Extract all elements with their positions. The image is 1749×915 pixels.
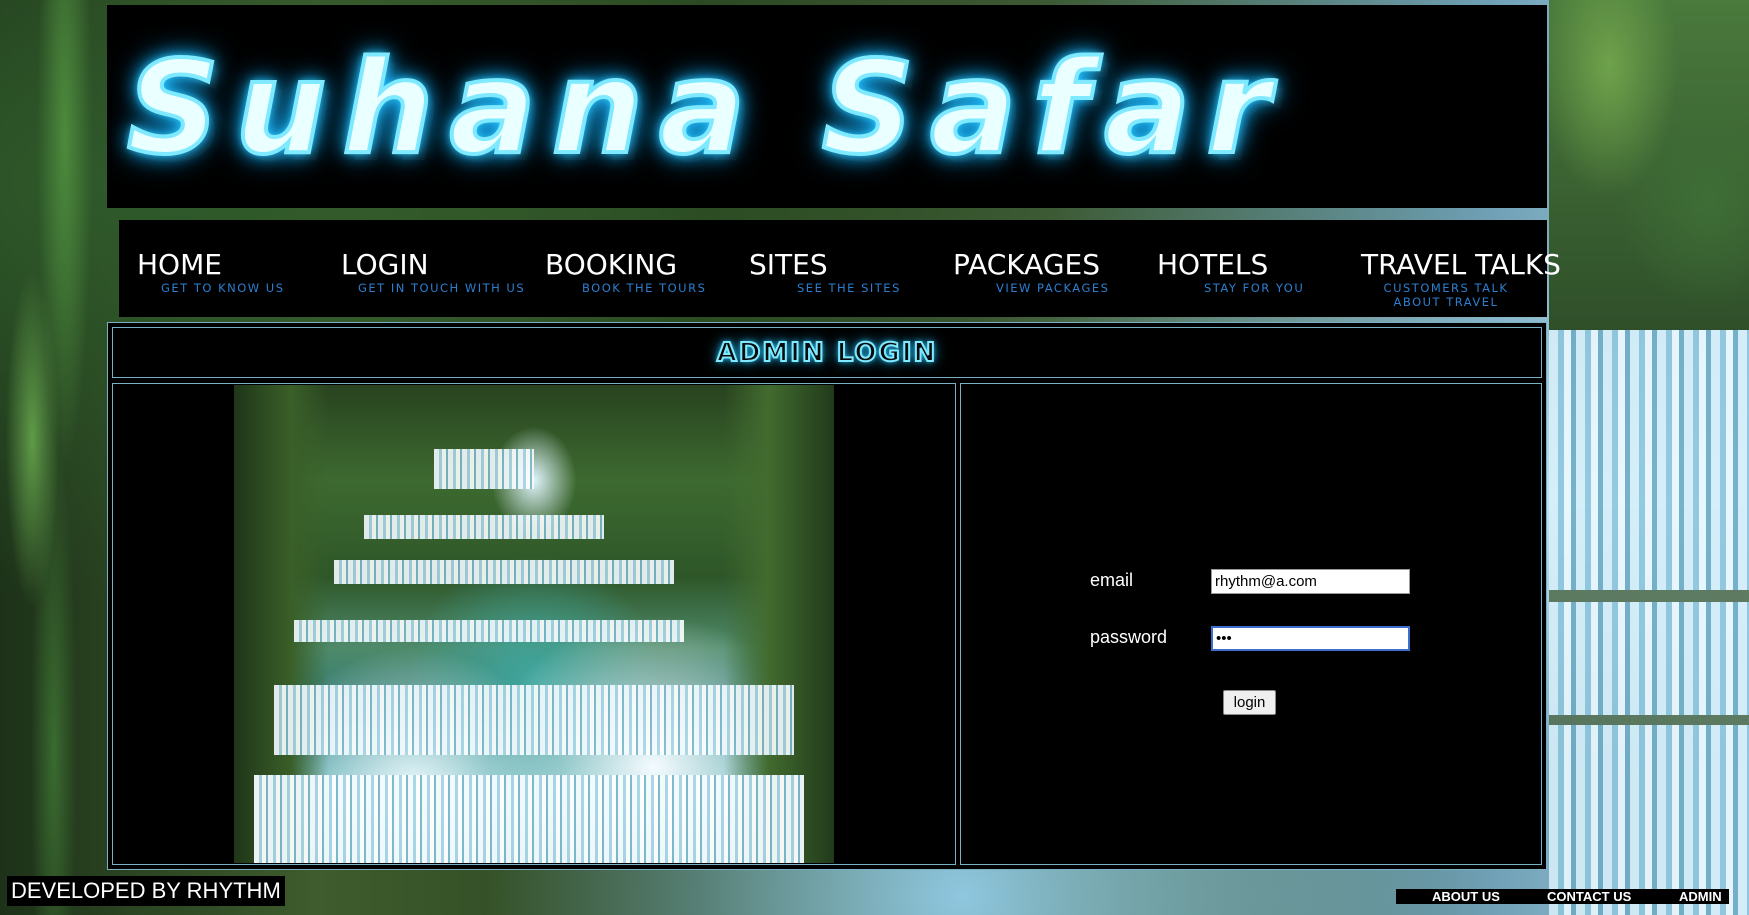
nav-item-booking[interactable]: BOOKING BOOK THE TOURS xyxy=(545,250,707,296)
nav-item-packages[interactable]: PACKAGES VIEW PACKAGES xyxy=(953,250,1110,296)
waterfall-photo xyxy=(234,385,834,863)
cascade-tier xyxy=(434,449,534,489)
password-field[interactable] xyxy=(1211,626,1410,651)
site-logo[interactable]: Suhana Safar xyxy=(125,29,1527,189)
footer-link-admin[interactable]: ADMIN xyxy=(1679,889,1722,904)
nav-label[interactable]: BOOKING xyxy=(545,250,706,280)
page-title: ADMIN LOGIN xyxy=(716,337,938,369)
background-foliage-left xyxy=(0,0,108,915)
nav-item-sites[interactable]: SITES SEE THE SITES xyxy=(749,250,901,296)
nav-item-hotels[interactable]: HOTELS STAY FOR YOU xyxy=(1157,250,1305,296)
developer-credit: DEVELOPED BY RHYTHM xyxy=(7,876,285,906)
nav-subtitle: BOOK THE TOURS xyxy=(582,281,707,295)
cascade-tier xyxy=(364,515,604,539)
nav-subtitle: CUSTOMERS TALK ABOUT TRAVEL xyxy=(1383,281,1509,309)
header-banner: Suhana Safar xyxy=(107,5,1547,208)
footer-links: ABOUT US CONTACT US ADMIN xyxy=(1396,889,1729,904)
nav-subtitle: VIEW PACKAGES xyxy=(996,281,1110,295)
email-field[interactable] xyxy=(1211,569,1410,594)
footer-link-about-us[interactable]: ABOUT US xyxy=(1432,889,1500,904)
nav-subtitle: GET IN TOUCH WITH US xyxy=(358,281,526,295)
nav-subtitle: SEE THE SITES xyxy=(797,281,901,295)
password-label: password xyxy=(1090,627,1168,647)
nav-item-home[interactable]: HOME GET TO KNOW US xyxy=(137,250,285,296)
nav-label[interactable]: HOME xyxy=(137,250,285,280)
cascade-tier xyxy=(294,620,684,642)
nav-subtitle: GET TO KNOW US xyxy=(161,281,285,295)
email-label: email xyxy=(1090,570,1134,590)
login-button[interactable]: login xyxy=(1223,690,1276,715)
nav-label[interactable]: LOGIN xyxy=(341,250,525,280)
nav-label[interactable]: TRAVEL TALKS xyxy=(1361,250,1561,280)
nav-item-login[interactable]: LOGIN GET IN TOUCH WITH US xyxy=(341,250,526,296)
nav-label[interactable]: SITES xyxy=(749,250,901,280)
main-content: ADMIN LOGIN email password login xyxy=(107,322,1547,870)
cascade-tier xyxy=(274,685,794,755)
image-panel xyxy=(112,383,956,865)
nav-label[interactable]: PACKAGES xyxy=(953,250,1109,280)
cascade-tier xyxy=(334,560,674,584)
footer-link-contact-us[interactable]: CONTACT US xyxy=(1547,889,1631,904)
login-panel: email password login xyxy=(960,383,1542,865)
nav-label[interactable]: HOTELS xyxy=(1157,250,1304,280)
background-foliage-right xyxy=(1549,0,1749,330)
title-bar: ADMIN LOGIN xyxy=(112,327,1542,378)
cascade-tier xyxy=(254,775,804,863)
main-nav: HOME GET TO KNOW US LOGIN GET IN TOUCH W… xyxy=(119,220,1561,317)
nav-subtitle: STAY FOR YOU xyxy=(1204,281,1305,295)
background-waterfall xyxy=(1549,330,1749,915)
nav-item-travel-talks[interactable]: TRAVEL TALKS CUSTOMERS TALK ABOUT TRAVEL xyxy=(1361,250,1561,310)
